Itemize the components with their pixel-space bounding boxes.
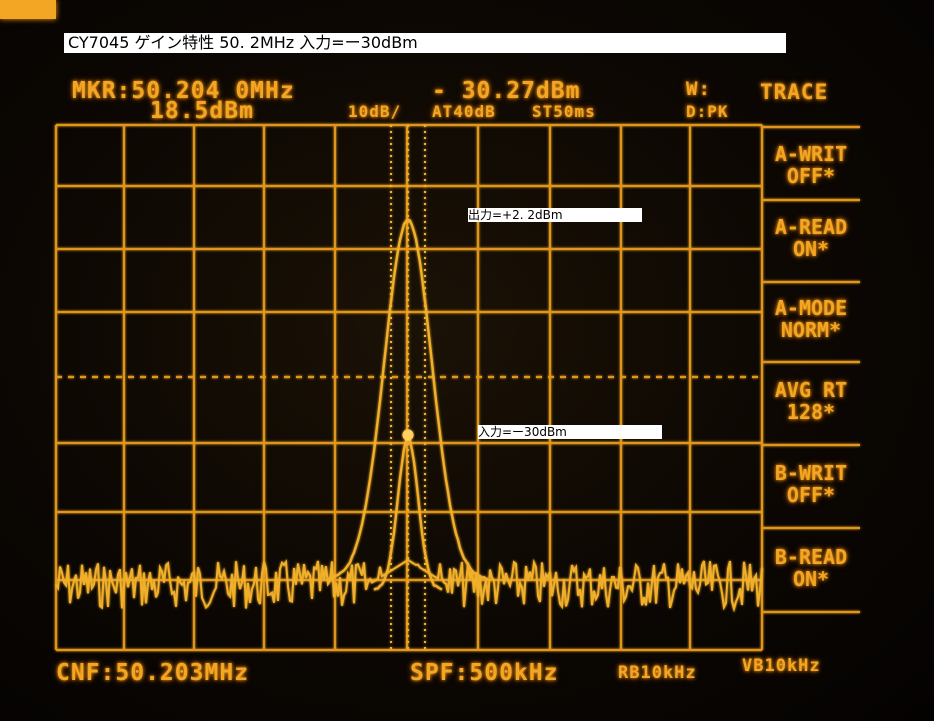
video-bandwidth: VB10kHz [742,656,821,676]
input-level-annotation: 入力=ー30dBm [478,425,662,439]
center-frequency: CNF:50.203MHz [56,660,250,686]
spectrum-analyzer-screen: CY7045 ゲイン特性 50. 2MHz 入力=ー30dBm MKR:50.2… [0,0,934,721]
softkey-line2: OFF* [786,483,836,507]
softkey-b-write[interactable]: B-WRIT OFF* [762,462,860,506]
softkey-line1: A-READ [774,215,848,239]
softkey-line2: NORM* [780,318,842,342]
softkey-line1: AVG RT [774,378,848,402]
softkey-a-write[interactable]: A-WRIT OFF* [762,143,860,187]
frequency-span: SPF:500kHz [410,660,559,686]
output-level-annotation: 出力=+2. 2dBm [468,208,642,222]
softkey-dividers [762,125,860,614]
softkey-line1: B-READ [774,545,848,569]
softkey-line2: ON* [792,567,830,591]
softkey-line2: OFF* [786,164,836,188]
softkey-line1: A-WRIT [774,142,848,166]
softkey-avg-rate[interactable]: AVG RT 128* [762,379,860,423]
softkey-line1: B-WRIT [774,461,848,485]
softkey-b-read[interactable]: B-READ ON* [762,546,860,590]
softkey-line1: A-MODE [774,296,848,320]
softkey-line2: 128* [786,400,836,424]
marker-dot [402,429,414,441]
resolution-bandwidth: RB10kHz [618,663,697,683]
spectrum-display [54,123,860,652]
softkey-line2: ON* [792,237,830,261]
softkey-a-mode[interactable]: A-MODE NORM* [762,297,860,341]
softkey-a-read[interactable]: A-READ ON* [762,216,860,260]
noise-floor-trace [55,558,763,613]
